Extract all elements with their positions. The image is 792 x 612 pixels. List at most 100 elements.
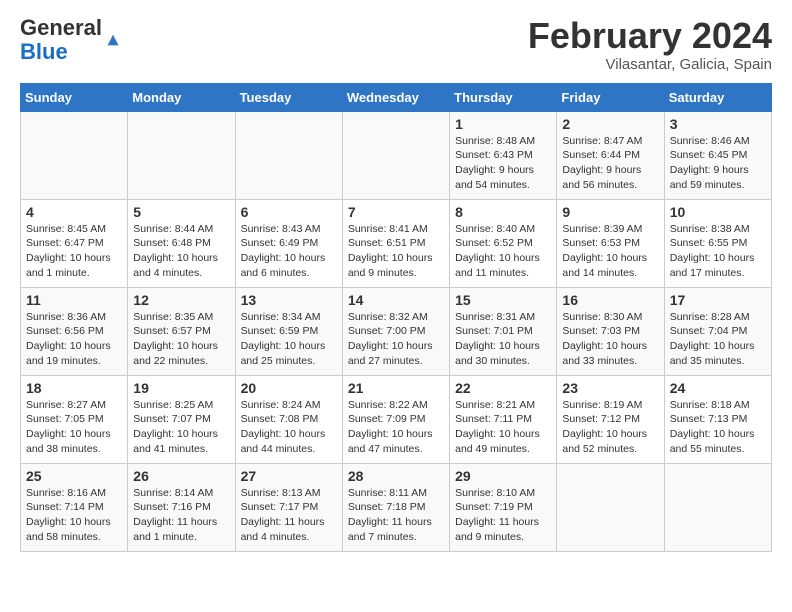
day-number: 2 bbox=[562, 116, 658, 132]
calendar-cell: 6 Sunrise: 8:43 AM Sunset: 6:49 PM Daylig… bbox=[235, 199, 342, 287]
calendar-cell: 21 Sunrise: 8:22 AM Sunset: 7:09 PM Dayli… bbox=[342, 375, 449, 463]
weekday-header: Monday bbox=[128, 83, 235, 111]
weekday-header: Wednesday bbox=[342, 83, 449, 111]
calendar-cell: 18 Sunrise: 8:27 AM Sunset: 7:05 PM Dayli… bbox=[21, 375, 128, 463]
calendar-table: SundayMondayTuesdayWednesdayThursdayFrid… bbox=[20, 83, 772, 552]
calendar-cell bbox=[128, 111, 235, 199]
day-info: Sunrise: 8:27 AM Sunset: 7:05 PM Dayligh… bbox=[26, 398, 122, 457]
day-info: Sunrise: 8:28 AM Sunset: 7:04 PM Dayligh… bbox=[670, 310, 766, 369]
day-info: Sunrise: 8:31 AM Sunset: 7:01 PM Dayligh… bbox=[455, 310, 551, 369]
calendar-cell: 27Sunrise: 8:13 AM Sunset: 7:17 PM Dayli… bbox=[235, 463, 342, 551]
day-number: 28 bbox=[348, 468, 444, 484]
day-number: 6 bbox=[241, 204, 337, 220]
day-info: Sunrise: 8:32 AM Sunset: 7:00 PM Dayligh… bbox=[348, 310, 444, 369]
calendar-cell: 5 Sunrise: 8:44 AM Sunset: 6:48 PM Daylig… bbox=[128, 199, 235, 287]
calendar-cell bbox=[664, 463, 771, 551]
calendar-cell: 19 Sunrise: 8:25 AM Sunset: 7:07 PM Dayli… bbox=[128, 375, 235, 463]
day-number: 29 bbox=[455, 468, 551, 484]
calendar-week-row: 25Sunrise: 8:16 AM Sunset: 7:14 PM Dayli… bbox=[21, 463, 772, 551]
calendar-cell: 10Sunrise: 8:38 AM Sunset: 6:55 PM Dayli… bbox=[664, 199, 771, 287]
day-number: 18 bbox=[26, 380, 122, 396]
day-info: Sunrise: 8:25 AM Sunset: 7:07 PM Dayligh… bbox=[133, 398, 229, 457]
day-info: Sunrise: 8:45 AM Sunset: 6:47 PM Dayligh… bbox=[26, 222, 122, 281]
calendar-cell bbox=[235, 111, 342, 199]
calendar-cell: 8 Sunrise: 8:40 AM Sunset: 6:52 PM Daylig… bbox=[450, 199, 557, 287]
day-info: Sunrise: 8:38 AM Sunset: 6:55 PM Dayligh… bbox=[670, 222, 766, 281]
day-info: Sunrise: 8:46 AM Sunset: 6:45 PM Dayligh… bbox=[670, 134, 766, 193]
logo-general: General bbox=[20, 15, 102, 40]
calendar-week-row: 11 Sunrise: 8:36 AM Sunset: 6:56 PM Dayli… bbox=[21, 287, 772, 375]
calendar-cell: 13 Sunrise: 8:34 AM Sunset: 6:59 PM Dayli… bbox=[235, 287, 342, 375]
day-number: 23 bbox=[562, 380, 658, 396]
day-info: Sunrise: 8:35 AM Sunset: 6:57 PM Dayligh… bbox=[133, 310, 229, 369]
day-number: 8 bbox=[455, 204, 551, 220]
logo-icon bbox=[104, 31, 122, 49]
day-info: Sunrise: 8:19 AM Sunset: 7:12 PM Dayligh… bbox=[562, 398, 658, 457]
weekday-header: Sunday bbox=[21, 83, 128, 111]
day-number: 27 bbox=[241, 468, 337, 484]
day-number: 1 bbox=[455, 116, 551, 132]
day-number: 7 bbox=[348, 204, 444, 220]
day-info: Sunrise: 8:24 AM Sunset: 7:08 PM Dayligh… bbox=[241, 398, 337, 457]
calendar-cell: 3 Sunrise: 8:46 AM Sunset: 6:45 PM Daylig… bbox=[664, 111, 771, 199]
calendar-cell: 14 Sunrise: 8:32 AM Sunset: 7:00 PM Dayli… bbox=[342, 287, 449, 375]
calendar-cell bbox=[342, 111, 449, 199]
calendar-cell: 11 Sunrise: 8:36 AM Sunset: 6:56 PM Dayli… bbox=[21, 287, 128, 375]
day-number: 21 bbox=[348, 380, 444, 396]
day-info: Sunrise: 8:14 AM Sunset: 7:16 PM Dayligh… bbox=[133, 486, 229, 545]
calendar-cell: 29Sunrise: 8:10 AM Sunset: 7:19 PM Dayli… bbox=[450, 463, 557, 551]
day-number: 13 bbox=[241, 292, 337, 308]
page-header: General Blue February 2024 Vilasantar, G… bbox=[20, 16, 772, 73]
calendar-cell: 24 Sunrise: 8:18 AM Sunset: 7:13 PM Dayli… bbox=[664, 375, 771, 463]
calendar-cell: 4 Sunrise: 8:45 AM Sunset: 6:47 PM Daylig… bbox=[21, 199, 128, 287]
day-number: 22 bbox=[455, 380, 551, 396]
day-info: Sunrise: 8:44 AM Sunset: 6:48 PM Dayligh… bbox=[133, 222, 229, 281]
calendar-week-row: 4 Sunrise: 8:45 AM Sunset: 6:47 PM Daylig… bbox=[21, 199, 772, 287]
day-number: 14 bbox=[348, 292, 444, 308]
calendar-cell: 15 Sunrise: 8:31 AM Sunset: 7:01 PM Dayli… bbox=[450, 287, 557, 375]
logo-text: General Blue bbox=[20, 16, 102, 64]
day-number: 5 bbox=[133, 204, 229, 220]
day-info: Sunrise: 8:40 AM Sunset: 6:52 PM Dayligh… bbox=[455, 222, 551, 281]
calendar-cell: 16Sunrise: 8:30 AM Sunset: 7:03 PM Dayli… bbox=[557, 287, 664, 375]
calendar-cell: 28 Sunrise: 8:11 AM Sunset: 7:18 PM Dayli… bbox=[342, 463, 449, 551]
day-info: Sunrise: 8:22 AM Sunset: 7:09 PM Dayligh… bbox=[348, 398, 444, 457]
calendar-cell: 9 Sunrise: 8:39 AM Sunset: 6:53 PM Daylig… bbox=[557, 199, 664, 287]
calendar-week-row: 18 Sunrise: 8:27 AM Sunset: 7:05 PM Dayli… bbox=[21, 375, 772, 463]
day-info: Sunrise: 8:34 AM Sunset: 6:59 PM Dayligh… bbox=[241, 310, 337, 369]
calendar-cell: 20 Sunrise: 8:24 AM Sunset: 7:08 PM Dayli… bbox=[235, 375, 342, 463]
calendar-week-row: 1 Sunrise: 8:48 AM Sunset: 6:43 PM Daylig… bbox=[21, 111, 772, 199]
title-block: February 2024 Vilasantar, Galicia, Spain bbox=[528, 16, 772, 73]
day-info: Sunrise: 8:43 AM Sunset: 6:49 PM Dayligh… bbox=[241, 222, 337, 281]
day-number: 4 bbox=[26, 204, 122, 220]
day-info: Sunrise: 8:21 AM Sunset: 7:11 PM Dayligh… bbox=[455, 398, 551, 457]
day-info: Sunrise: 8:36 AM Sunset: 6:56 PM Dayligh… bbox=[26, 310, 122, 369]
day-info: Sunrise: 8:41 AM Sunset: 6:51 PM Dayligh… bbox=[348, 222, 444, 281]
weekday-header: Tuesday bbox=[235, 83, 342, 111]
day-number: 15 bbox=[455, 292, 551, 308]
day-info: Sunrise: 8:18 AM Sunset: 7:13 PM Dayligh… bbox=[670, 398, 766, 457]
day-number: 9 bbox=[562, 204, 658, 220]
calendar-cell bbox=[557, 463, 664, 551]
calendar-cell: 25Sunrise: 8:16 AM Sunset: 7:14 PM Dayli… bbox=[21, 463, 128, 551]
weekday-header: Friday bbox=[557, 83, 664, 111]
calendar-cell: 22 Sunrise: 8:21 AM Sunset: 7:11 PM Dayli… bbox=[450, 375, 557, 463]
day-number: 16 bbox=[562, 292, 658, 308]
day-number: 3 bbox=[670, 116, 766, 132]
calendar-cell: 12 Sunrise: 8:35 AM Sunset: 6:57 PM Dayli… bbox=[128, 287, 235, 375]
weekday-header: Saturday bbox=[664, 83, 771, 111]
day-number: 17 bbox=[670, 292, 766, 308]
day-number: 24 bbox=[670, 380, 766, 396]
day-number: 19 bbox=[133, 380, 229, 396]
calendar-cell: 26Sunrise: 8:14 AM Sunset: 7:16 PM Dayli… bbox=[128, 463, 235, 551]
day-info: Sunrise: 8:11 AM Sunset: 7:18 PM Dayligh… bbox=[348, 486, 444, 545]
calendar-cell: 2Sunrise: 8:47 AM Sunset: 6:44 PM Daylig… bbox=[557, 111, 664, 199]
calendar-cell: 17 Sunrise: 8:28 AM Sunset: 7:04 PM Dayli… bbox=[664, 287, 771, 375]
day-info: Sunrise: 8:48 AM Sunset: 6:43 PM Dayligh… bbox=[455, 134, 551, 193]
day-number: 20 bbox=[241, 380, 337, 396]
day-number: 11 bbox=[26, 292, 122, 308]
calendar-title: February 2024 bbox=[528, 16, 772, 56]
header-row: SundayMondayTuesdayWednesdayThursdayFrid… bbox=[21, 83, 772, 111]
day-info: Sunrise: 8:39 AM Sunset: 6:53 PM Dayligh… bbox=[562, 222, 658, 281]
day-number: 12 bbox=[133, 292, 229, 308]
